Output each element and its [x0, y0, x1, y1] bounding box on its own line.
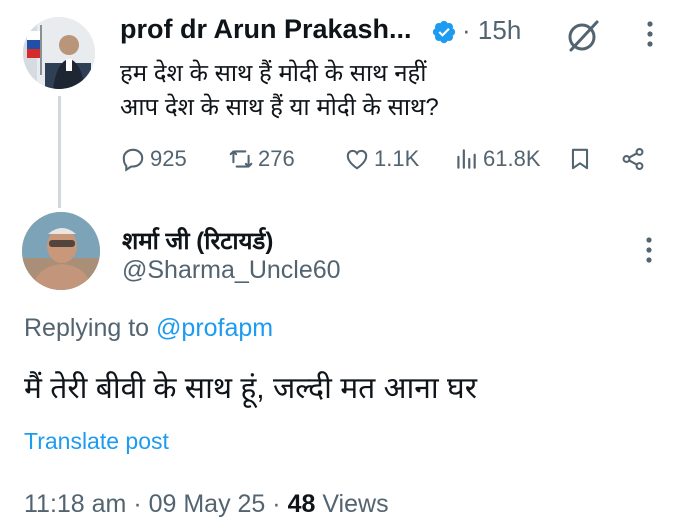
- share-icon[interactable]: [620, 144, 646, 174]
- reply-tweet-text: मैं तेरी बीवी के साथ हूं, जल्दी मत आना घ…: [24, 372, 477, 405]
- like-icon: [346, 149, 368, 170]
- post-timestamp[interactable]: 11:18 am · 09 May 25 ·: [24, 490, 281, 518]
- like-count: 1.1K: [374, 146, 420, 171]
- reply-author-avatar[interactable]: [22, 212, 100, 290]
- like-action[interactable]: 1.1K: [344, 144, 419, 174]
- replying-to-label: Replying to: [24, 314, 150, 342]
- post-metadata: 11:18 am · 09 May 25 · 48 Views: [24, 490, 389, 519]
- retweet-count: 276: [258, 146, 295, 171]
- post-views-count: 48: [287, 490, 316, 518]
- views-count: 61.8K: [483, 146, 541, 171]
- verified-badge-icon: [431, 19, 457, 45]
- reply-action[interactable]: 925: [120, 144, 187, 174]
- parent-author-name[interactable]: prof dr Arun Prakash...: [120, 14, 412, 45]
- reply-author-name[interactable]: शर्मा जी (रिटायर्ड): [122, 224, 273, 257]
- grok-icon[interactable]: [566, 18, 602, 54]
- reply-icon: [122, 148, 144, 172]
- reply-author-handle[interactable]: @Sharma_Uncle60: [122, 256, 341, 285]
- translate-post-link[interactable]: Translate post: [24, 428, 169, 455]
- views-icon: [457, 149, 476, 169]
- more-options-icon[interactable]: [641, 232, 657, 268]
- retweet-icon: [229, 150, 253, 168]
- replying-to-mention-link[interactable]: @profapm: [156, 314, 273, 342]
- post-views-label: Views: [322, 490, 389, 518]
- parent-author-avatar[interactable]: [23, 17, 95, 89]
- thread-connector-line: [58, 96, 61, 208]
- bookmark-icon[interactable]: [567, 144, 593, 174]
- parent-tweet-text: हम देश के साथ हैं मोदी के साथ नहीं आप दे…: [120, 60, 439, 121]
- parent-post-time[interactable]: · 15h: [462, 15, 521, 46]
- replying-to-line: Replying to @profapm: [24, 314, 273, 343]
- more-options-icon[interactable]: [642, 16, 658, 52]
- views-action[interactable]: 61.8K: [453, 144, 541, 174]
- reply-count: 925: [150, 146, 187, 171]
- separator-dot: ·: [462, 15, 471, 45]
- post-time-label[interactable]: 15h: [478, 15, 521, 45]
- retweet-action[interactable]: 276: [228, 144, 295, 174]
